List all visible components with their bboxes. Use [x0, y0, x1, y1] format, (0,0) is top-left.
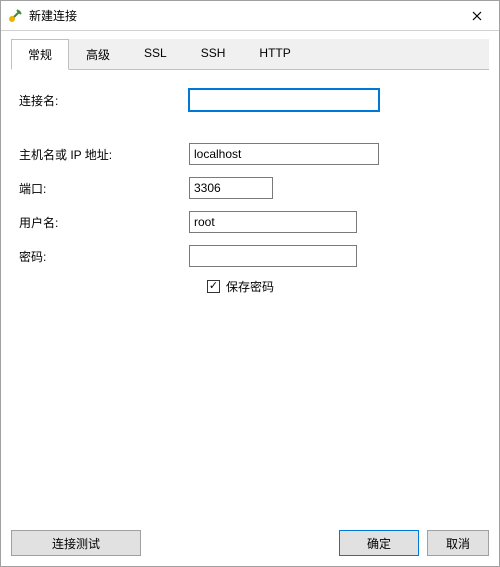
- tab-label: 常规: [28, 48, 52, 62]
- save-password-label: 保存密码: [226, 278, 274, 295]
- tabs: 常规 高级 SSL SSH HTTP: [11, 39, 489, 70]
- password-label: 密码:: [19, 248, 189, 265]
- button-label: 取消: [446, 535, 470, 552]
- tab-label: SSH: [201, 46, 226, 60]
- save-password-checkbox[interactable]: ✓: [207, 280, 220, 293]
- close-button[interactable]: [454, 1, 499, 31]
- app-icon: [7, 8, 23, 24]
- tab-label: 高级: [86, 48, 110, 62]
- tab-ssl[interactable]: SSL: [127, 39, 184, 70]
- cancel-button[interactable]: 取消: [427, 530, 489, 556]
- form-panel: 连接名: 主机名或 IP 地址: 端口: 用户名: 密码: ✓ 保存密码: [1, 70, 499, 520]
- password-input[interactable]: [189, 245, 357, 267]
- host-input[interactable]: [189, 143, 379, 165]
- user-input[interactable]: [189, 211, 357, 233]
- button-label: 连接测试: [52, 535, 100, 552]
- test-connection-button[interactable]: 连接测试: [11, 530, 141, 556]
- user-label: 用户名:: [19, 214, 189, 231]
- conn-name-label: 连接名:: [19, 92, 189, 109]
- ok-button[interactable]: 确定: [339, 530, 419, 556]
- tab-general[interactable]: 常规: [11, 39, 69, 70]
- tab-label: SSL: [144, 46, 167, 60]
- tab-ssh[interactable]: SSH: [184, 39, 243, 70]
- tab-label: HTTP: [259, 46, 290, 60]
- button-label: 确定: [367, 535, 391, 552]
- titlebar: 新建连接: [1, 1, 499, 31]
- tabs-container: 常规 高级 SSL SSH HTTP: [1, 31, 499, 70]
- button-bar: 连接测试 确定 取消: [1, 520, 499, 566]
- port-input[interactable]: [189, 177, 273, 199]
- tab-http[interactable]: HTTP: [242, 39, 307, 70]
- port-label: 端口:: [19, 180, 189, 197]
- dialog-new-connection: 新建连接 常规 高级 SSL SSH HTTP 连接名: 主机名或 IP 地址:…: [0, 0, 500, 567]
- tab-advanced[interactable]: 高级: [69, 39, 127, 70]
- conn-name-input[interactable]: [189, 89, 379, 111]
- host-label: 主机名或 IP 地址:: [19, 146, 189, 163]
- window-title: 新建连接: [29, 7, 77, 24]
